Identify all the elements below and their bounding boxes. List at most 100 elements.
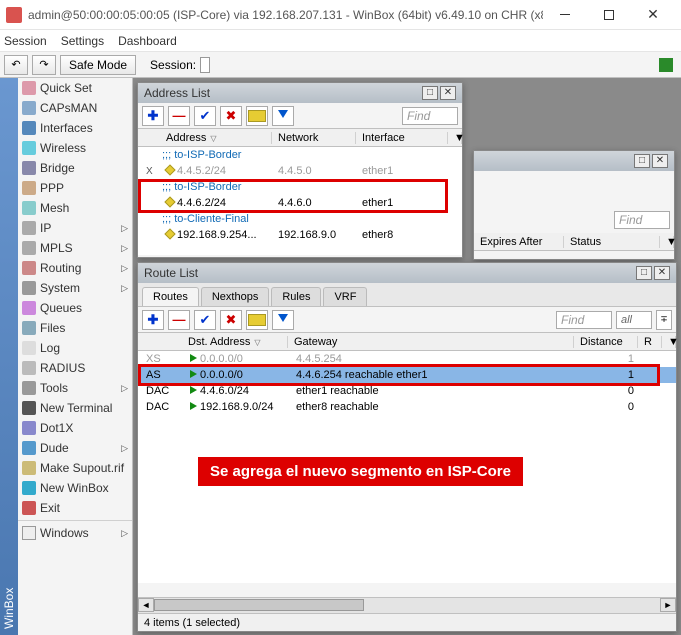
sidebar-item-ip[interactable]: IP▷	[18, 218, 132, 238]
route-row[interactable]: DAC 192.168.9.0/24ether8 reachable0	[138, 399, 676, 415]
safe-mode-button[interactable]: Safe Mode	[60, 55, 136, 75]
close-button[interactable]: ✕	[631, 0, 675, 30]
tab-rules[interactable]: Rules	[271, 287, 321, 306]
sidebar-item-ppp[interactable]: PPP	[18, 178, 132, 198]
address-row[interactable]: X 4.4.5.2/244.4.5.0ether1	[138, 163, 462, 179]
route-add-button[interactable]: ✚	[142, 310, 164, 330]
route-all-select[interactable]: all	[616, 311, 652, 329]
route-list-titlebar[interactable]: Route List □ ✕	[138, 263, 676, 283]
col-address[interactable]: Address	[160, 132, 272, 144]
sidebar-item-mesh[interactable]: Mesh	[18, 198, 132, 218]
address-comment-row[interactable]: ;;; to-ISP-Border	[138, 179, 462, 195]
address-list-titlebar[interactable]: Address List □ ✕	[138, 83, 462, 103]
address-comment-row[interactable]: ;;; to-Cliente-Final	[138, 211, 462, 227]
scroll-left[interactable]: ◄	[138, 598, 154, 612]
route-comment-button[interactable]	[246, 310, 268, 330]
address-row[interactable]: 4.4.6.2/244.4.6.0ether1	[138, 195, 462, 211]
col-status[interactable]: Status	[564, 236, 660, 248]
sidebar-item-windows[interactable]: Windows▷	[18, 523, 132, 543]
route-row[interactable]: AS 0.0.0.0/04.4.6.254 reachable ether11	[138, 367, 676, 383]
route-list-close[interactable]: ✕	[654, 266, 670, 280]
route-hscroll[interactable]: ◄ ►	[138, 597, 676, 613]
filter-button[interactable]	[272, 106, 294, 126]
sidebar-icon	[22, 401, 36, 415]
address-comment-row[interactable]: ;;; to-ISP-Border	[138, 147, 462, 163]
route-row[interactable]: XS 0.0.0.0/04.4.5.2541	[138, 351, 676, 367]
sidebar-icon	[22, 461, 36, 475]
col-dropdown[interactable]: ▼	[448, 132, 462, 144]
sidebar-edge: WinBox	[0, 78, 18, 635]
undo-button[interactable]: ↶	[4, 55, 28, 75]
disable-button[interactable]: ✖	[220, 106, 242, 126]
sidebar-item-dot1x[interactable]: Dot1X	[18, 418, 132, 438]
distance-cell: 0	[576, 385, 640, 397]
col-dst-address[interactable]: Dst. Address	[182, 336, 288, 348]
sidebar-item-log[interactable]: Log	[18, 338, 132, 358]
add-button[interactable]: ✚	[142, 106, 164, 126]
submenu-arrow-icon: ▷	[121, 263, 128, 274]
tab-nexthops[interactable]: Nexthops	[201, 287, 269, 306]
sidebar-item-tools[interactable]: Tools▷	[18, 378, 132, 398]
scroll-thumb[interactable]	[154, 599, 364, 611]
col-interface[interactable]: Interface	[356, 132, 448, 144]
sidebar-item-system[interactable]: System▷	[18, 278, 132, 298]
menu-session[interactable]: Session	[4, 34, 47, 48]
route-find-input[interactable]: Find	[556, 311, 612, 329]
route-remove-button[interactable]: —	[168, 310, 190, 330]
bg-window-close[interactable]: ✕	[652, 154, 668, 168]
sidebar-item-new-winbox[interactable]: New WinBox	[18, 478, 132, 498]
bg-find-input[interactable]: Find	[614, 211, 670, 229]
sidebar-item-queues[interactable]: Queues	[18, 298, 132, 318]
route-table-body: Se agrega el nuevo segmento en ISP-Core …	[138, 351, 676, 583]
route-disable-button[interactable]: ✖	[220, 310, 242, 330]
sidebar-item-wireless[interactable]: Wireless	[18, 138, 132, 158]
sidebar-item-interfaces[interactable]: Interfaces	[18, 118, 132, 138]
enable-button[interactable]: ✔	[194, 106, 216, 126]
menu-settings[interactable]: Settings	[61, 34, 104, 48]
route-row[interactable]: DAC 4.4.6.0/24ether1 reachable0	[138, 383, 676, 399]
sidebar-item-files[interactable]: Files	[18, 318, 132, 338]
menu-dashboard[interactable]: Dashboard	[118, 34, 177, 48]
address-list-close[interactable]: ✕	[440, 86, 456, 100]
sidebar-item-dude[interactable]: Dude▷	[18, 438, 132, 458]
route-list-restore[interactable]: □	[636, 266, 652, 280]
minimize-button[interactable]	[543, 0, 587, 30]
sidebar-item-new-terminal[interactable]: New Terminal	[18, 398, 132, 418]
col-network[interactable]: Network	[272, 132, 356, 144]
interface-cell: ether8	[356, 229, 399, 241]
sidebar-item-mpls[interactable]: MPLS▷	[18, 238, 132, 258]
col-dropdown[interactable]: ▼	[660, 236, 674, 248]
sidebar-item-make-supout-rif[interactable]: Make Supout.rif	[18, 458, 132, 478]
col-r[interactable]: R	[638, 336, 662, 348]
remove-button[interactable]: —	[168, 106, 190, 126]
col-expires[interactable]: Expires After	[474, 236, 564, 248]
tab-vrf[interactable]: VRF	[323, 287, 367, 306]
sidebar-item-bridge[interactable]: Bridge	[18, 158, 132, 178]
col-gateway[interactable]: Gateway	[288, 336, 574, 348]
sidebar-item-quick-set[interactable]: Quick Set	[18, 78, 132, 98]
dst-cell: 0.0.0.0/0	[184, 369, 290, 381]
col-distance[interactable]: Distance	[574, 336, 638, 348]
session-combo[interactable]	[200, 57, 210, 73]
comment-text: ;;; to-ISP-Border	[140, 181, 247, 193]
bg-window-titlebar[interactable]: □ ✕	[474, 151, 674, 171]
scroll-right[interactable]: ►	[660, 598, 676, 612]
sidebar-item-exit[interactable]: Exit	[18, 498, 132, 518]
sidebar-item-radius[interactable]: RADIUS	[18, 358, 132, 378]
maximize-button[interactable]	[587, 0, 631, 30]
sidebar-icon	[22, 341, 36, 355]
address-cell: 4.4.5.2/24	[160, 165, 272, 177]
bg-window-restore[interactable]: □	[634, 154, 650, 168]
sidebar-item-capsman[interactable]: CAPsMAN	[18, 98, 132, 118]
route-dropdown[interactable]: ∓	[656, 310, 672, 330]
sidebar-item-routing[interactable]: Routing▷	[18, 258, 132, 278]
comment-button[interactable]	[246, 106, 268, 126]
redo-button[interactable]: ↷	[32, 55, 56, 75]
route-enable-button[interactable]: ✔	[194, 310, 216, 330]
address-find-input[interactable]: Find	[402, 107, 458, 125]
col-dropdown[interactable]: ▼	[662, 336, 676, 348]
address-list-restore[interactable]: □	[422, 86, 438, 100]
address-row[interactable]: 192.168.9.254...192.168.9.0ether8	[138, 227, 462, 243]
route-filter-button[interactable]	[272, 310, 294, 330]
tab-routes[interactable]: Routes	[142, 287, 199, 306]
